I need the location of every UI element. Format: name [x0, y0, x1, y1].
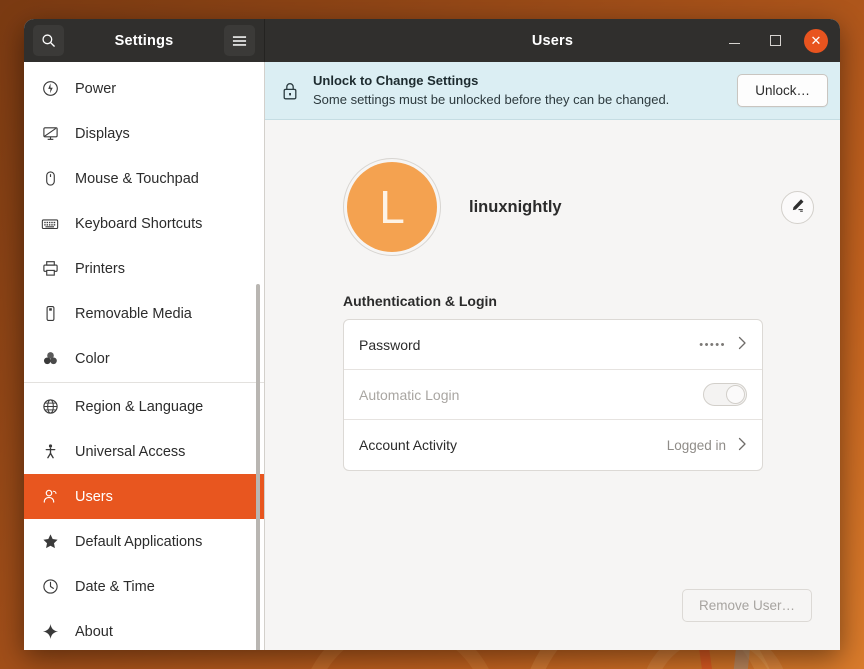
sidebar-item-label: Mouse & Touchpad	[75, 170, 199, 187]
unlock-infobar-title: Unlock to Change Settings	[313, 72, 479, 88]
avatar-initial: L	[347, 162, 437, 252]
mouse-icon	[39, 168, 61, 190]
sidebar-item-label: Power	[75, 80, 117, 97]
sidebar-list: Power Displays Mouse & Touchpad Keyboard…	[24, 62, 264, 650]
chevron-right-icon	[738, 437, 747, 454]
user-summary-row: L linuxnightly	[265, 158, 840, 256]
sidebar-item-label: Displays	[75, 125, 130, 142]
sidebar-item-label: Users	[75, 488, 113, 505]
automatic-login-toggle[interactable]	[703, 383, 747, 406]
sidebar-item-label: About	[75, 623, 113, 640]
edit-user-button[interactable]	[781, 190, 814, 224]
password-value: •••••	[699, 338, 726, 351]
sidebar-item-universal-access[interactable]: Universal Access	[24, 429, 264, 474]
remove-user-button[interactable]: Remove User…	[681, 589, 812, 622]
accessibility-icon	[39, 441, 61, 463]
minimize-button[interactable]	[722, 29, 746, 53]
titlebar: Settings Users ✕	[24, 19, 840, 62]
account-activity-label: Account Activity	[359, 437, 458, 453]
automatic-login-row[interactable]: Automatic Login	[344, 370, 762, 420]
main-headerbar: Users ✕	[265, 19, 840, 62]
avatar[interactable]: L	[343, 158, 441, 256]
users-panel: Unlock to Change Settings Some settings …	[265, 62, 840, 650]
sidebar-item-label: Region & Language	[75, 398, 204, 415]
usb-drive-icon	[39, 303, 61, 325]
account-activity-row[interactable]: Account Activity Logged in	[344, 420, 762, 470]
settings-sidebar: Power Displays Mouse & Touchpad Keyboard…	[24, 62, 265, 650]
automatic-login-label: Automatic Login	[359, 386, 460, 403]
pencil-edit-icon	[790, 197, 806, 218]
sidebar-item-color[interactable]: Color	[24, 336, 264, 381]
unlock-infobar-text: Unlock to Change Settings Some settings …	[313, 72, 737, 110]
globe-icon	[39, 396, 61, 418]
users-icon	[39, 486, 61, 508]
unlock-button[interactable]: Unlock…	[737, 74, 828, 107]
sidebar-item-label: Printers	[75, 260, 125, 277]
sidebar-item-label: Universal Access	[75, 443, 186, 460]
sidebar-item-mouse-touchpad[interactable]: Mouse & Touchpad	[24, 156, 264, 201]
username-label: linuxnightly	[469, 197, 562, 216]
unlock-infobar: Unlock to Change Settings Some settings …	[265, 62, 840, 120]
close-button[interactable]: ✕	[804, 28, 828, 53]
password-label: Password	[359, 336, 421, 353]
account-activity-value: Logged in	[666, 437, 726, 453]
close-icon: ✕	[810, 33, 822, 48]
hamburger-menu-icon	[232, 35, 247, 47]
sidebar-item-default-applications[interactable]: Default Applications	[24, 519, 264, 564]
printer-icon	[39, 258, 61, 280]
unlock-infobar-subtitle: Some settings must be unlocked before th…	[313, 91, 670, 107]
padlock-icon	[279, 81, 301, 101]
maximize-button[interactable]	[763, 29, 787, 53]
sidebar-item-removable-media[interactable]: Removable Media	[24, 291, 264, 336]
sidebar-item-label: Default Applications	[75, 533, 203, 550]
sidebar-headerbar: Settings	[24, 19, 265, 62]
star-icon	[39, 531, 61, 553]
sparkle-icon	[39, 621, 61, 643]
sidebar-item-label: Date & Time	[75, 578, 155, 595]
display-icon	[39, 123, 61, 145]
color-circles-icon	[39, 348, 61, 370]
sidebar-item-label: Color	[75, 350, 110, 367]
auth-settings-card: Password ••••• Automatic Login Account A…	[343, 319, 763, 471]
sidebar-item-label: Removable Media	[75, 305, 192, 322]
sidebar-item-date-time[interactable]: Date & Time	[24, 564, 264, 609]
users-content: L linuxnightly Authentication & Login Pa…	[265, 120, 840, 650]
window-body: Power Displays Mouse & Touchpad Keyboard…	[24, 62, 840, 650]
sidebar-item-label: Keyboard Shortcuts	[75, 215, 203, 232]
remove-user-wrapper: Remove User…	[681, 589, 812, 622]
password-row[interactable]: Password •••••	[344, 320, 762, 370]
sidebar-item-region-language[interactable]: Region & Language	[24, 384, 264, 429]
sidebar-item-printers[interactable]: Printers	[24, 246, 264, 291]
sidebar-item-keyboard-shortcuts[interactable]: Keyboard Shortcuts	[24, 201, 264, 246]
sidebar-item-about[interactable]: About	[24, 609, 264, 650]
sidebar-item-users[interactable]: Users	[24, 474, 264, 519]
sidebar-separator	[24, 382, 264, 383]
settings-window: Settings Users ✕ Power Displays Mouse & …	[24, 19, 840, 650]
chevron-right-icon	[738, 336, 747, 353]
toggle-knob	[726, 385, 745, 404]
power-icon	[39, 78, 61, 100]
keyboard-icon	[39, 213, 61, 235]
sidebar-item-displays[interactable]: Displays	[24, 111, 264, 156]
clock-icon	[39, 576, 61, 598]
main-menu-button[interactable]	[224, 25, 255, 56]
sidebar-item-power[interactable]: Power	[24, 66, 264, 111]
minimize-icon	[728, 42, 740, 45]
auth-section-title: Authentication & Login	[343, 293, 497, 309]
window-controls: ✕	[722, 28, 828, 53]
maximize-icon	[769, 35, 781, 46]
sidebar-scrollbar[interactable]	[256, 284, 260, 650]
